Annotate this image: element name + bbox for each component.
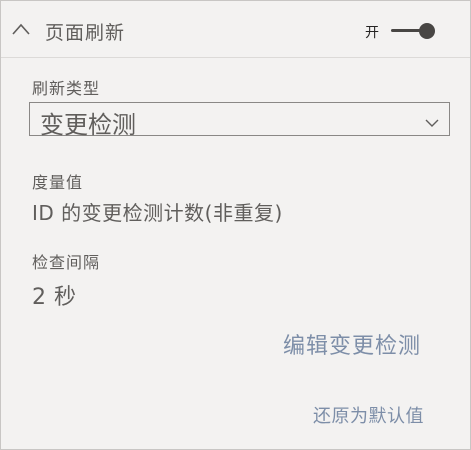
toggle-state-label: 开 xyxy=(365,25,379,41)
page-refresh-header[interactable]: 页面刷新 开 xyxy=(1,1,470,58)
refresh-type-dropdown[interactable]: 变更检测 xyxy=(29,102,450,139)
page-refresh-toggle[interactable] xyxy=(391,22,439,40)
section-title: 页面刷新 xyxy=(45,22,126,44)
chevron-up-icon[interactable] xyxy=(11,21,31,41)
interval-value: 2 秒 xyxy=(32,285,77,310)
interval-label: 检查间隔 xyxy=(32,253,101,272)
refresh-type-label: 刷新类型 xyxy=(32,79,101,98)
reset-to-default-link[interactable]: 还原为默认值 xyxy=(313,402,424,428)
page-refresh-panel: 页面刷新 开 刷新类型 变更检测 度量值 ID 的变更检测计数(非重复) 检查间… xyxy=(0,0,471,450)
chevron-down-icon xyxy=(425,113,439,127)
measure-label: 度量值 xyxy=(32,173,84,192)
measure-value: ID 的变更检测计数(非重复) xyxy=(32,201,283,225)
edit-change-detection-link[interactable]: 编辑变更检测 xyxy=(283,328,421,360)
toggle-thumb xyxy=(419,23,435,39)
refresh-type-selected: 变更检测 xyxy=(40,111,136,139)
